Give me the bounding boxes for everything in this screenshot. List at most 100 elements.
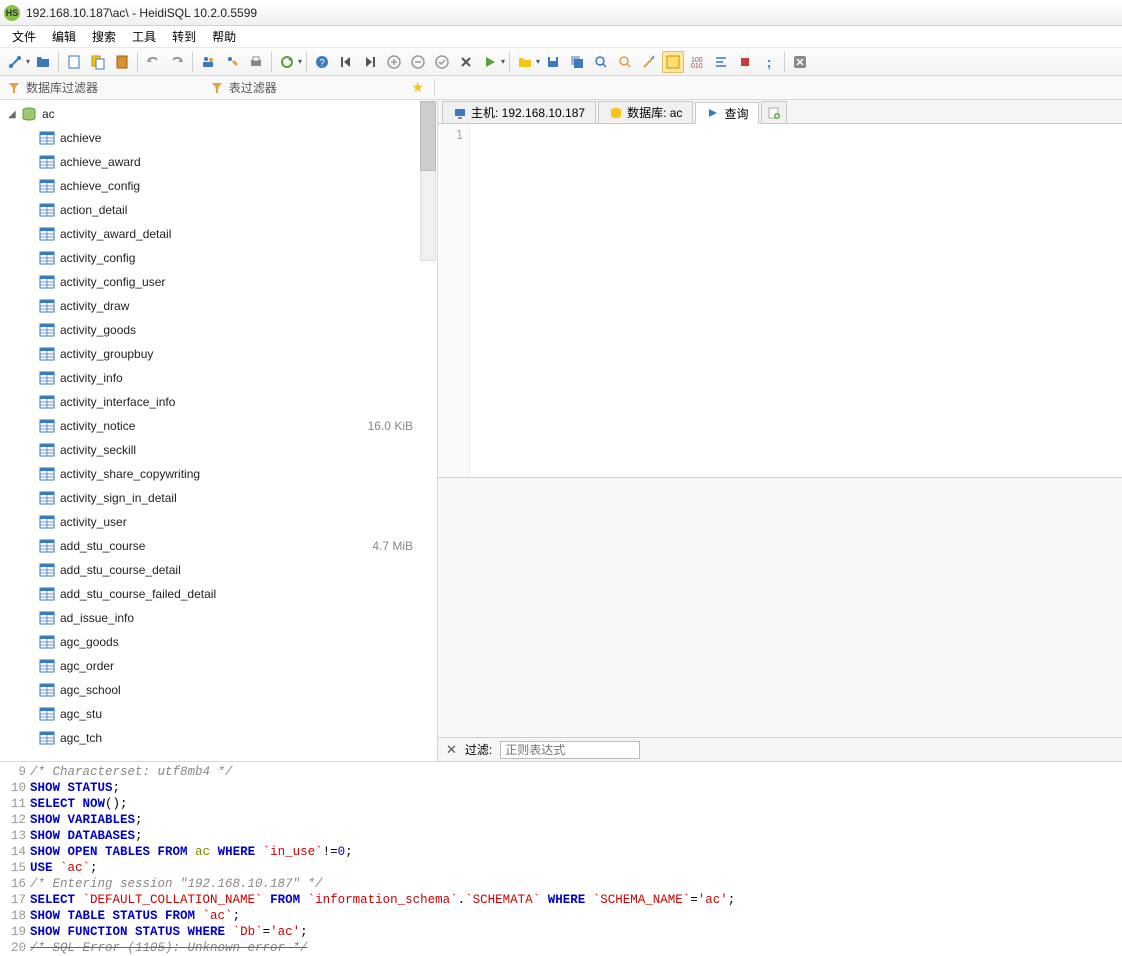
- close-icon[interactable]: ✕: [446, 742, 457, 758]
- tree-table-node[interactable]: activity_config: [0, 246, 437, 270]
- tree-table-node[interactable]: action_detail: [0, 198, 437, 222]
- paste-icon[interactable]: [111, 51, 133, 73]
- log-line[interactable]: 19SHOW FUNCTION STATUS WHERE `Db`='ac';: [0, 924, 1122, 940]
- menu-tools[interactable]: 工具: [124, 26, 164, 47]
- tree-table-node[interactable]: activity_notice 16.0 KiB: [0, 414, 437, 438]
- editor-text[interactable]: [470, 124, 1122, 477]
- table-name: achieve_config: [60, 179, 413, 193]
- users-icon[interactable]: [197, 51, 219, 73]
- sql-editor[interactable]: 1: [438, 124, 1122, 477]
- open-icon[interactable]: [32, 51, 54, 73]
- tree-table-node[interactable]: activity_sign_in_detail: [0, 486, 437, 510]
- tree-table-node[interactable]: activity_config_user: [0, 270, 437, 294]
- scrollbar-thumb[interactable]: [420, 101, 436, 171]
- tree-table-node[interactable]: add_stu_course_failed_detail: [0, 582, 437, 606]
- dropdown-icon[interactable]: ▾: [26, 57, 30, 66]
- refresh-icon[interactable]: [276, 51, 298, 73]
- edit-icon[interactable]: [221, 51, 243, 73]
- tree-table-node[interactable]: activity_goods: [0, 318, 437, 342]
- tree-table-node[interactable]: activity_seckill: [0, 438, 437, 462]
- save-icon[interactable]: [542, 51, 564, 73]
- confirm-icon[interactable]: [431, 51, 453, 73]
- collapse-icon[interactable]: ◢: [8, 109, 20, 120]
- tree-db-node[interactable]: ◢ ac: [0, 102, 437, 126]
- log-line[interactable]: 17SELECT `DEFAULT_COLLATION_NAME` FROM `…: [0, 892, 1122, 908]
- tab-new[interactable]: [761, 101, 787, 123]
- redo-icon[interactable]: [166, 51, 188, 73]
- sql-log[interactable]: 9/* Characterset: utf8mb4 */10SHOW STATU…: [0, 762, 1122, 956]
- tab-database[interactable]: 数据库: ac: [598, 101, 693, 123]
- binary-icon[interactable]: 100010: [686, 51, 708, 73]
- dropdown-icon[interactable]: ▾: [501, 57, 505, 66]
- log-line[interactable]: 11SELECT NOW();: [0, 796, 1122, 812]
- star-icon[interactable]: ★: [411, 79, 424, 96]
- tree-table-node[interactable]: agc_tch: [0, 726, 437, 750]
- tree-table-node[interactable]: activity_user: [0, 510, 437, 534]
- tree-table-node[interactable]: activity_draw: [0, 294, 437, 318]
- stop-icon[interactable]: [734, 51, 756, 73]
- menu-file[interactable]: 文件: [4, 26, 44, 47]
- help-icon[interactable]: ?: [311, 51, 333, 73]
- dropdown-icon[interactable]: ▾: [298, 57, 302, 66]
- tree-table-node[interactable]: achieve_award: [0, 150, 437, 174]
- tree-table-node[interactable]: ad_issue_info: [0, 606, 437, 630]
- last-icon[interactable]: [359, 51, 381, 73]
- dropdown-icon[interactable]: ▾: [536, 57, 540, 66]
- table-filter-label[interactable]: 表过滤器: [229, 79, 408, 96]
- log-line[interactable]: 20/* SQL Error (1105): Unknown error */: [0, 940, 1122, 956]
- search2-icon[interactable]: [614, 51, 636, 73]
- db-tree[interactable]: ◢ ac achieve achieve_award achieve_confi…: [0, 100, 437, 761]
- save-all-icon[interactable]: [566, 51, 588, 73]
- tree-table-node[interactable]: activity_groupbuy: [0, 342, 437, 366]
- tree-table-node[interactable]: activity_award_detail: [0, 222, 437, 246]
- log-line[interactable]: 13SHOW DATABASES;: [0, 828, 1122, 844]
- tree-table-node[interactable]: agc_order: [0, 654, 437, 678]
- format-icon[interactable]: [710, 51, 732, 73]
- table-icon: [38, 730, 56, 746]
- filter-input[interactable]: [500, 741, 640, 759]
- close-icon[interactable]: [789, 51, 811, 73]
- tree-table-node[interactable]: agc_stu: [0, 702, 437, 726]
- db-filter-label[interactable]: 数据库过滤器: [26, 79, 205, 96]
- log-line[interactable]: 9/* Characterset: utf8mb4 */: [0, 764, 1122, 780]
- log-line[interactable]: 15USE `ac`;: [0, 860, 1122, 876]
- tree-table-node[interactable]: achieve_config: [0, 174, 437, 198]
- new-icon[interactable]: [63, 51, 85, 73]
- wand-icon[interactable]: [638, 51, 660, 73]
- tree-table-node[interactable]: activity_info: [0, 366, 437, 390]
- cancel-icon[interactable]: [455, 51, 477, 73]
- tree-table-node[interactable]: add_stu_course_detail: [0, 558, 437, 582]
- run-icon[interactable]: [479, 51, 501, 73]
- tree-table-node[interactable]: activity_interface_info: [0, 390, 437, 414]
- first-icon[interactable]: [335, 51, 357, 73]
- tree-table-node[interactable]: agc_goods: [0, 630, 437, 654]
- folder-icon[interactable]: [514, 51, 536, 73]
- semicolon-icon[interactable]: ;: [758, 51, 780, 73]
- menu-goto[interactable]: 转到: [164, 26, 204, 47]
- log-line[interactable]: 12SHOW VARIABLES;: [0, 812, 1122, 828]
- menu-help[interactable]: 帮助: [204, 26, 244, 47]
- tree-table-node[interactable]: achieve: [0, 126, 437, 150]
- disconnect-icon[interactable]: [4, 51, 26, 73]
- menu-edit[interactable]: 编辑: [44, 26, 84, 47]
- log-line[interactable]: 16/* Entering session "192.168.10.187" *…: [0, 876, 1122, 892]
- log-line[interactable]: 10SHOW STATUS;: [0, 780, 1122, 796]
- menu-search[interactable]: 搜索: [84, 26, 124, 47]
- highlight-icon[interactable]: [662, 51, 684, 73]
- add-icon[interactable]: [383, 51, 405, 73]
- print-icon[interactable]: [245, 51, 267, 73]
- search-icon[interactable]: [590, 51, 612, 73]
- tree-table-node[interactable]: add_stu_course 4.7 MiB: [0, 534, 437, 558]
- tree-table-node[interactable]: activity_share_copywriting: [0, 462, 437, 486]
- table-icon: [38, 130, 56, 146]
- log-line[interactable]: 14SHOW OPEN TABLES FROM ac WHERE `in_use…: [0, 844, 1122, 860]
- tree-table-node[interactable]: agc_school: [0, 678, 437, 702]
- tab-host[interactable]: 主机: 192.168.10.187: [442, 101, 596, 123]
- log-line[interactable]: 18SHOW TABLE STATUS FROM `ac`;: [0, 908, 1122, 924]
- log-line-number: 14: [0, 844, 30, 860]
- table-icon: [38, 658, 56, 674]
- undo-icon[interactable]: [142, 51, 164, 73]
- tab-query[interactable]: 查询: [695, 102, 759, 124]
- copy-icon[interactable]: [87, 51, 109, 73]
- remove-icon[interactable]: [407, 51, 429, 73]
